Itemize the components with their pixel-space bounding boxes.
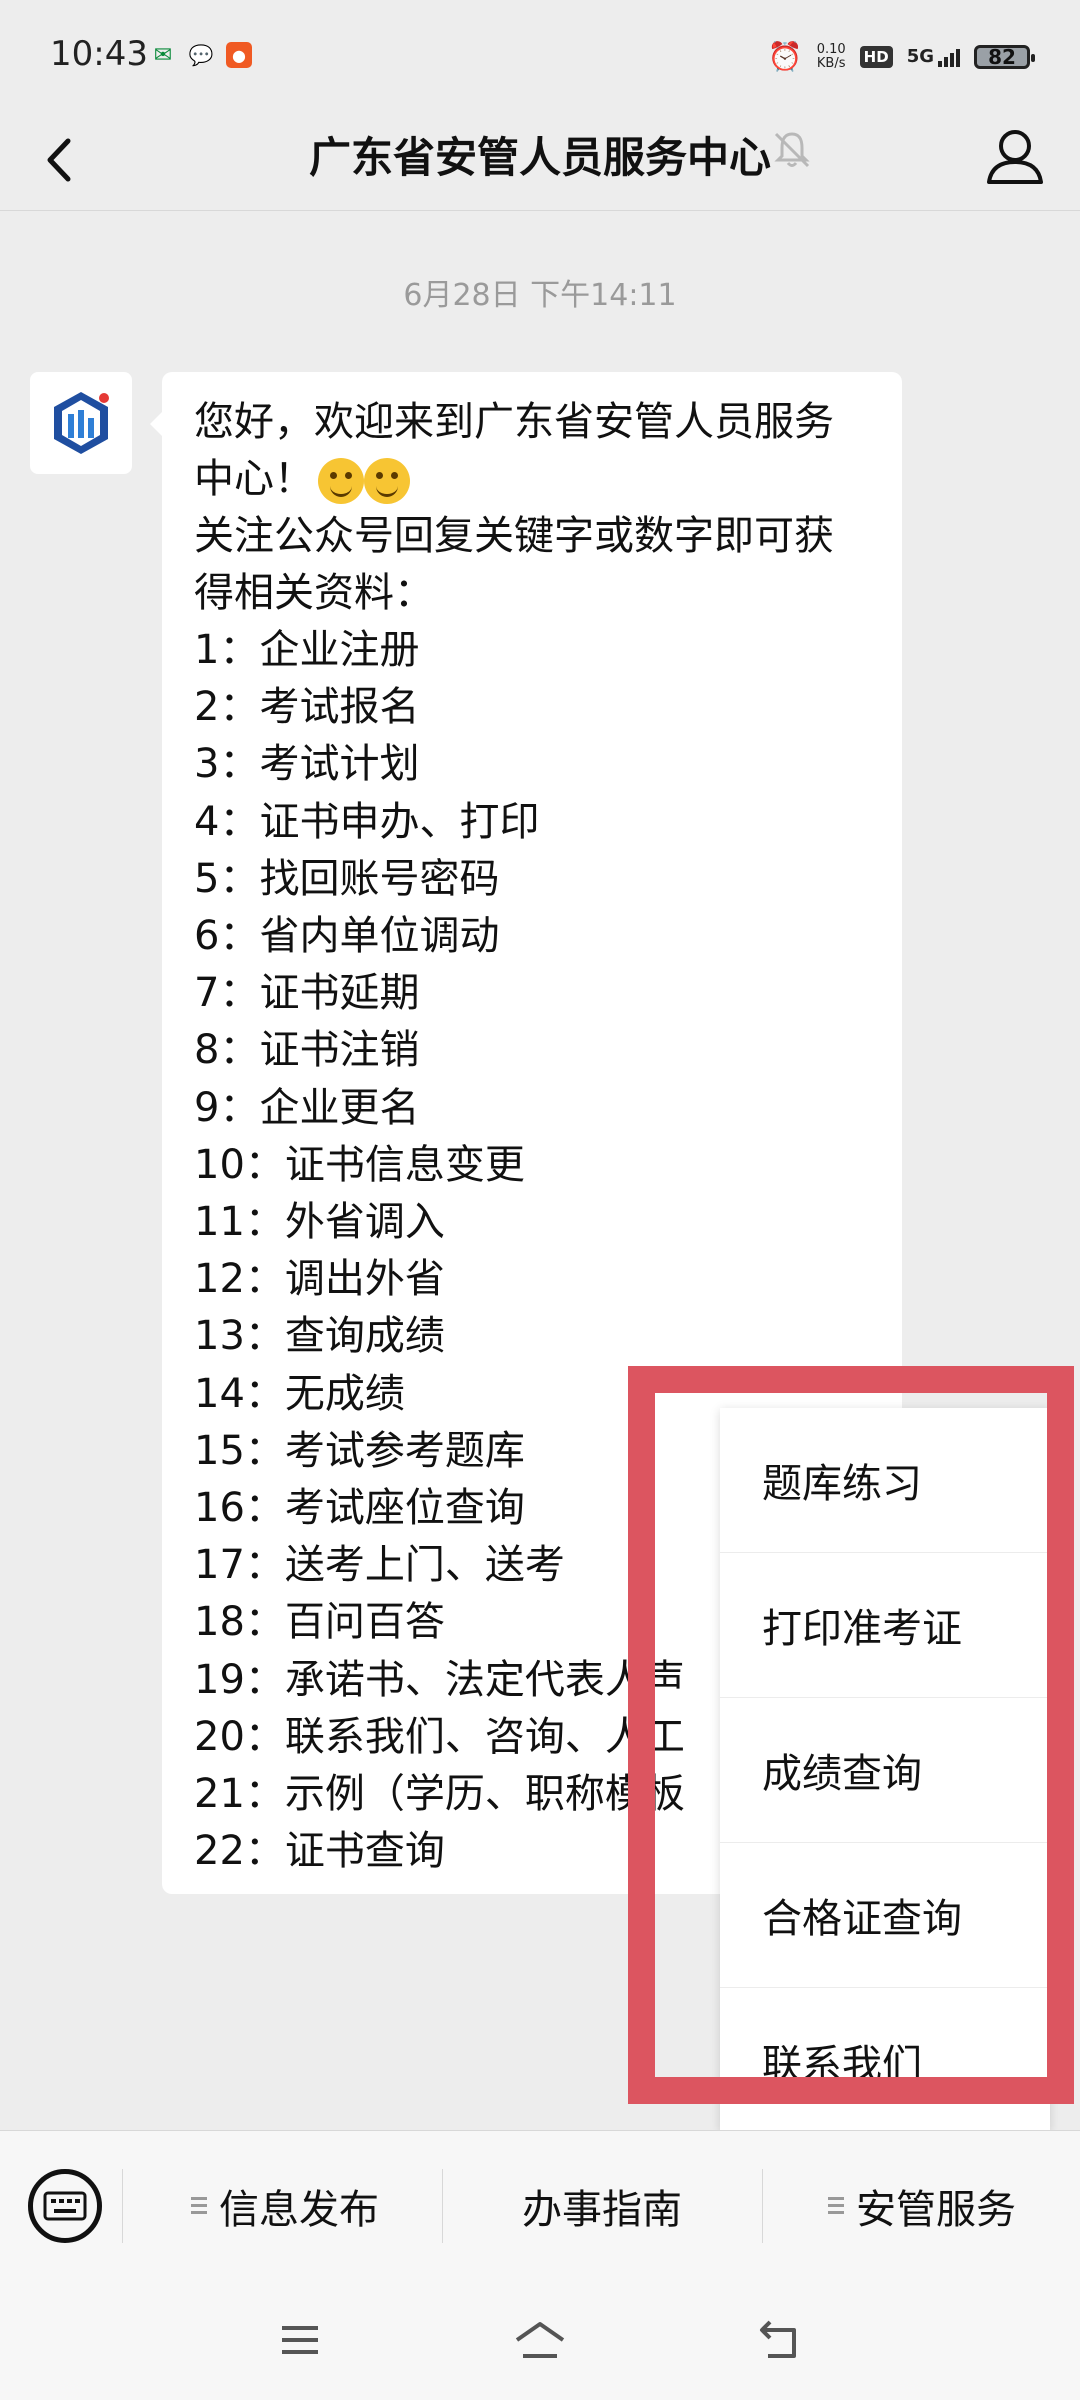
menu-divider xyxy=(762,2169,763,2243)
list-item: 10：证书信息变更 xyxy=(194,1141,525,1188)
highlight-box xyxy=(628,1366,1074,2104)
app-notification-icon: ● xyxy=(226,42,252,68)
nav-home-button[interactable] xyxy=(510,2310,570,2370)
logo-icon xyxy=(54,392,109,454)
menu-divider xyxy=(122,2169,123,2243)
profile-button[interactable] xyxy=(980,122,1050,192)
list-icon xyxy=(828,2197,844,2215)
status-bar: 10:43 ✉ 💬 ● ⏰ 0.10 KB/s HD 5G 82 xyxy=(0,0,1080,110)
smiley-emoji-icon xyxy=(318,458,364,504)
alarm-icon: ⏰ xyxy=(767,40,803,73)
list-item: 12：调出外省 xyxy=(194,1256,445,1303)
tab-safety-service[interactable]: 安管服务 xyxy=(772,2171,1072,2241)
chat-header: 广东省安管人员服务中心 xyxy=(0,110,1080,210)
message-timestamp: 6月28日 下午14:11 xyxy=(403,278,677,313)
list-item: 4：证书申办、打印 xyxy=(194,798,540,845)
list-item: 5：找回账号密码 xyxy=(194,855,500,902)
list-item: 1：企业注册 xyxy=(194,627,420,673)
list-icon xyxy=(191,2197,207,2215)
status-time: 10:43 xyxy=(50,34,148,74)
user-icon xyxy=(987,130,1043,184)
signal-icon: 5G xyxy=(907,46,960,67)
keyboard-icon xyxy=(43,2191,87,2221)
mute-bell-icon xyxy=(770,128,820,178)
notification-icons: ✉ 💬 ● xyxy=(150,42,252,68)
blush-emoji-icon xyxy=(364,458,410,504)
wechat-icon: 💬 xyxy=(188,43,214,67)
nav-menu-button[interactable] xyxy=(270,2310,330,2370)
welcome-text: 您好，欢迎来到广东省安管人员服务中心！ xyxy=(194,399,834,504)
hamburger-icon xyxy=(282,2326,318,2354)
list-item: 3：考试计划 xyxy=(194,741,420,788)
system-nav-bar xyxy=(0,2280,1080,2400)
home-icon xyxy=(515,2322,565,2358)
keyboard-toggle-button[interactable] xyxy=(28,2169,102,2243)
page-title: 广东省安管人员服务中心 xyxy=(308,133,771,182)
header-divider xyxy=(0,210,1080,211)
instruction-text: 关注公众号回复关键字或数字即可获得相关资料： xyxy=(194,513,834,616)
list-item: 13：查询成绩 xyxy=(194,1313,445,1360)
list-item: 6：省内单位调动 xyxy=(194,913,500,960)
official-account-avatar[interactable] xyxy=(30,372,132,474)
back-arrow-icon xyxy=(760,2320,796,2358)
nav-back-button[interactable] xyxy=(750,2310,810,2370)
hd-icon: HD xyxy=(859,45,893,68)
tab-service-guide[interactable]: 办事指南 xyxy=(452,2171,752,2241)
menu-divider xyxy=(442,2169,443,2243)
list-item: 7：证书延期 xyxy=(194,970,420,1017)
list-item: 9：企业更名 xyxy=(194,1084,420,1131)
status-right: ⏰ 0.10 KB/s HD 5G 82 xyxy=(767,40,1035,73)
china-post-icon: ✉ xyxy=(153,42,173,68)
list-item: 2：考试报名 xyxy=(194,684,420,731)
tab-info-release[interactable]: 信息发布 xyxy=(140,2171,430,2241)
battery-icon: 82 xyxy=(974,44,1035,69)
bottom-menu-bar: 信息发布 办事指南 安管服务 xyxy=(0,2130,1080,2281)
list-item: 8：证书注销 xyxy=(194,1027,420,1074)
list-item: 11：外省调入 xyxy=(194,1199,445,1246)
net-speed: 0.10 KB/s xyxy=(816,41,846,71)
